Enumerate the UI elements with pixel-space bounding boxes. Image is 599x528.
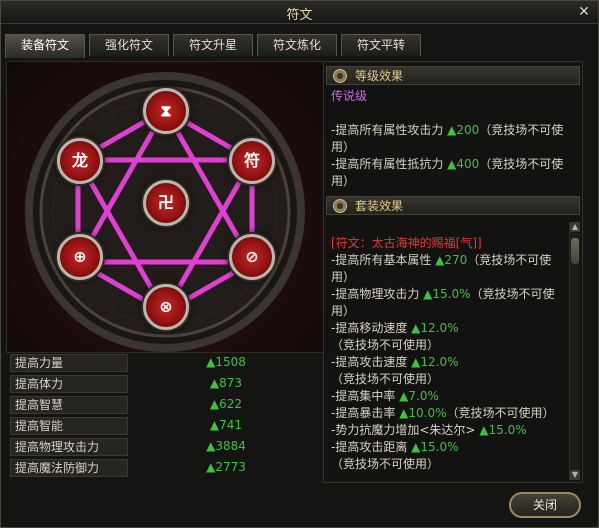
stat-label: 提高魔法防御力 xyxy=(10,459,128,477)
stat-value: ▲622 xyxy=(209,397,243,411)
stat-row: 提高智慧 ▲622 xyxy=(8,395,320,416)
grade-effect-header: 等级效果 xyxy=(326,66,580,85)
set-effect-body: [符文：太古海神的赐福[气]] -提高所有基本属性 ▲270（竞技场不可使用） … xyxy=(331,235,565,480)
stat-value: ▲1508 xyxy=(206,355,246,369)
stat-label: 提高物理攻击力 xyxy=(10,438,128,456)
stats-list: 提高力量 ▲1508 提高体力 ▲873 提高智慧 ▲622 提高智能 ▲741… xyxy=(8,353,320,479)
set-effect-title: 套装效果 xyxy=(355,199,404,213)
set-effect-header: 套装效果 xyxy=(326,196,580,215)
stat-row: 提高物理攻击力 ▲3884 xyxy=(8,437,320,458)
close-icon[interactable]: ✕ xyxy=(576,4,592,20)
stat-label: 提高力量 xyxy=(10,354,128,372)
stat-value: ▲873 xyxy=(209,376,243,390)
stat-value: ▲3884 xyxy=(206,439,246,453)
grade-effect-line: -提高所有属性攻击力 ▲200（竞技场不可使用） xyxy=(331,123,564,154)
grade-effect-body: 传说级 -提高所有属性攻击力 ▲200（竞技场不可使用） -提高所有属性抵抗力 … xyxy=(331,88,571,190)
set-effect-line: -提高集中率 ▲7.0% xyxy=(331,389,439,403)
rune-slot-top[interactable]: ⧗ xyxy=(143,88,189,134)
stat-row: 提高体力 ▲873 xyxy=(8,374,320,395)
rune-slot-upper-left[interactable]: 龙 xyxy=(57,138,103,184)
rune-slot-bottom[interactable]: ⊗ xyxy=(143,284,189,330)
rune-slot-lower-right[interactable]: ⊘ xyxy=(229,234,275,280)
tab-rune-transfer[interactable]: 符文平转 xyxy=(341,34,421,56)
set-effect-line: -提高物理攻击力 ▲15.0%（竞技场不可使用） xyxy=(331,287,555,318)
title-bar: 符文 ✕ xyxy=(1,1,598,24)
rune-slot-lower-left[interactable]: ⊕ xyxy=(57,234,103,280)
grade-effect-title: 等级效果 xyxy=(355,69,404,83)
stat-label: 提高智能 xyxy=(10,417,128,435)
stat-row: 提高魔法防御力 ▲2773 xyxy=(8,458,320,479)
stat-label: 提高体力 xyxy=(10,375,128,393)
set-effect-line: -提高移动速度 ▲12.0%（竞技场不可使用） xyxy=(331,321,459,352)
section-bullet-icon xyxy=(333,69,347,83)
rune-slot-upper-right[interactable]: 符 xyxy=(229,138,275,184)
section-bullet-icon xyxy=(333,199,347,213)
effects-panel: 等级效果 传说级 -提高所有属性攻击力 ▲200（竞技场不可使用） -提高所有属… xyxy=(323,61,583,483)
tab-rune-refine[interactable]: 符文炼化 xyxy=(257,34,337,56)
window-title: 符文 xyxy=(286,8,313,23)
set-effect-line: -提高所有基本属性 ▲270（竞技场不可使用） xyxy=(331,253,552,284)
rune-circle-panel: ⧗ 龙 符 卍 ⊕ ⊘ ⊗ xyxy=(6,61,324,353)
set-effect-line: -提高攻击距离 ▲15.0%（竞技场不可使用） xyxy=(331,440,459,471)
set-effect-line: -势力抗魔力增加<朱达尔> ▲15.0% xyxy=(331,423,527,437)
stat-row: 提高力量 ▲1508 xyxy=(8,353,320,374)
grade-effect-line: -提高所有属性抵抗力 ▲400（竞技场不可使用） xyxy=(331,157,564,188)
tab-enhance-runes[interactable]: 强化符文 xyxy=(89,34,169,56)
effects-scrollbar[interactable]: ▲ ▼ xyxy=(569,222,580,480)
tab-rune-star-up[interactable]: 符文升星 xyxy=(173,34,253,56)
stat-value: ▲2773 xyxy=(206,460,246,474)
rune-window: 符文 ✕ 装备符文 强化符文 符文升星 符文炼化 符文平转 ⧗ 龙 符 卍 ⊕ … xyxy=(0,0,599,528)
set-effect-line: -提高暴击率 ▲10.0%（竞技场不可使用） xyxy=(331,406,555,420)
scroll-up-icon[interactable]: ▲ xyxy=(570,222,580,232)
stat-value: ▲741 xyxy=(209,418,243,432)
scroll-down-icon[interactable]: ▼ xyxy=(570,470,580,480)
grade-name: 传说级 xyxy=(331,89,368,103)
stat-row: 提高智能 ▲741 xyxy=(8,416,320,437)
set-effect-line: -提高攻击速度 ▲12.0%（竞技场不可使用） xyxy=(331,355,459,386)
rune-slot-center[interactable]: 卍 xyxy=(143,180,189,226)
close-button[interactable]: 关闭 xyxy=(509,492,581,518)
tab-equip-runes[interactable]: 装备符文 xyxy=(5,34,85,58)
scroll-thumb[interactable] xyxy=(571,238,579,264)
set-name: [符文：太古海神的赐福[气]] xyxy=(331,236,482,250)
stat-label: 提高智慧 xyxy=(10,396,128,414)
